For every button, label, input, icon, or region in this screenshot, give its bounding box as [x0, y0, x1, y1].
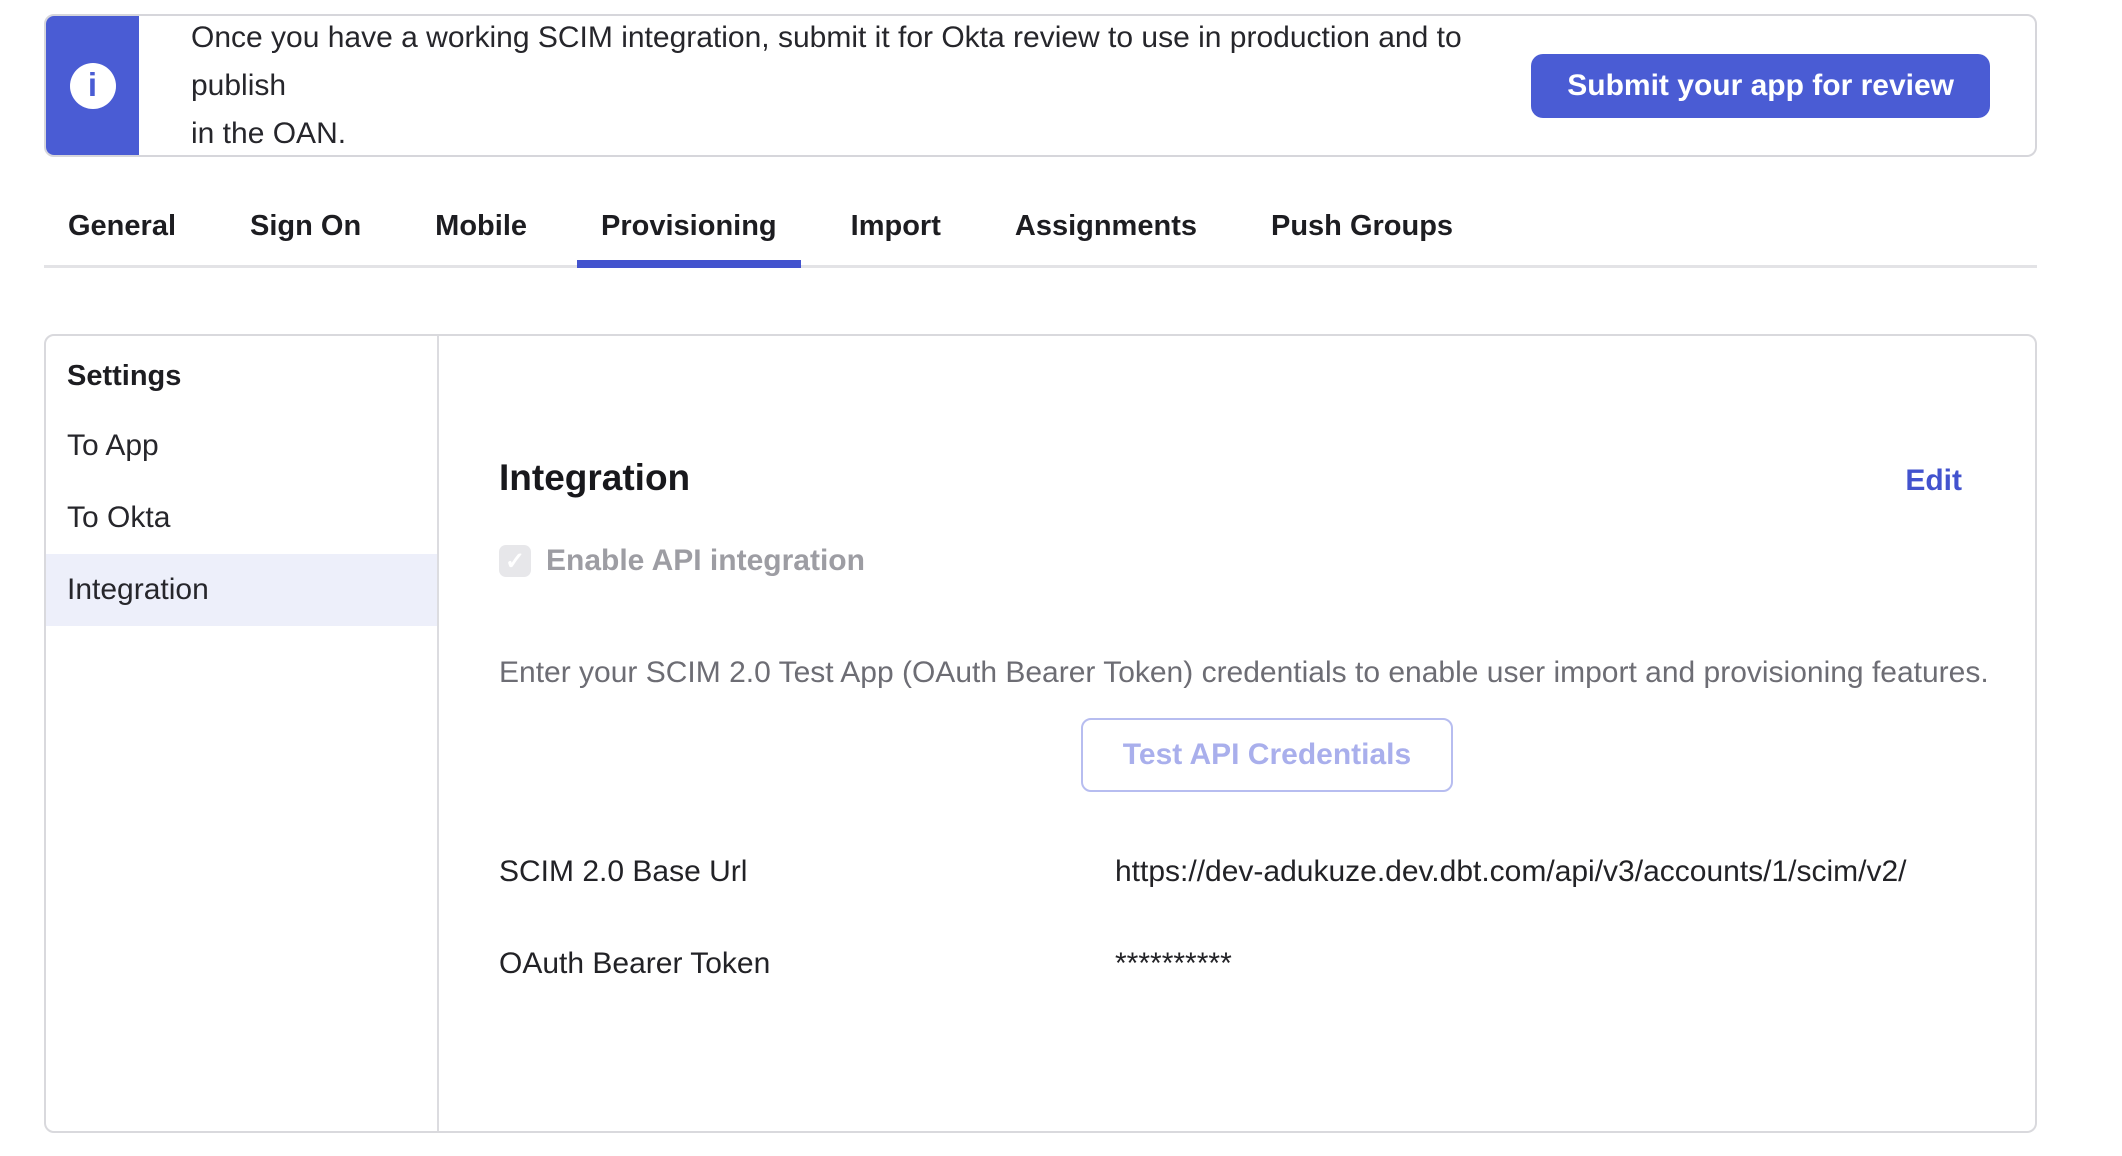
tab-bar: General Sign On Mobile Provisioning Impo… [44, 210, 2037, 268]
oauth-bearer-token-label: OAuth Bearer Token [499, 945, 1115, 983]
enable-api-integration-checkbox[interactable]: ✓ [499, 545, 531, 577]
info-banner: i Once you have a working SCIM integrati… [44, 14, 2037, 157]
credentials-description: Enter your SCIM 2.0 Test App (OAuth Bear… [499, 654, 2035, 692]
enable-api-integration-row: ✓ Enable API integration [499, 544, 2035, 578]
banner-message: Once you have a working SCIM integration… [191, 14, 1531, 157]
banner-message-line2: in the OAN. [191, 110, 1531, 158]
sidebar-item-integration[interactable]: Integration [46, 554, 437, 626]
tab-general[interactable]: General [44, 210, 200, 265]
banner-message-line1: Once you have a working SCIM integration… [191, 14, 1531, 110]
info-icon: i [70, 63, 116, 109]
tab-sign-on[interactable]: Sign On [226, 210, 385, 265]
scim-base-url-row: SCIM 2.0 Base Url https://dev-adukuze.de… [499, 853, 2035, 891]
page: i Once you have a working SCIM integrati… [0, 0, 2122, 1133]
oauth-bearer-token-row: OAuth Bearer Token ********** [499, 945, 2035, 983]
banner-accent: i [46, 16, 139, 155]
sidebar-header: Settings [46, 356, 437, 410]
provisioning-panel: Settings To App To Okta Integration Inte… [44, 334, 2037, 1133]
tab-assignments[interactable]: Assignments [991, 210, 1221, 265]
banner-body: Once you have a working SCIM integration… [139, 16, 2035, 155]
scim-base-url-value: https://dev-adukuze.dev.dbt.com/api/v3/a… [1115, 853, 1907, 891]
tab-mobile[interactable]: Mobile [411, 210, 551, 265]
submit-app-for-review-button[interactable]: Submit your app for review [1531, 54, 1990, 118]
tab-import[interactable]: Import [827, 210, 965, 265]
page-title: Integration [499, 456, 690, 500]
edit-link[interactable]: Edit [1905, 464, 1962, 498]
content-header: Integration Edit [499, 456, 2035, 500]
scim-base-url-label: SCIM 2.0 Base Url [499, 853, 1115, 891]
oauth-bearer-token-value: ********** [1115, 945, 1232, 983]
tab-push-groups[interactable]: Push Groups [1247, 210, 1477, 265]
integration-content: Integration Edit ✓ Enable API integratio… [439, 336, 2035, 1131]
test-api-credentials-button[interactable]: Test API Credentials [1081, 718, 1453, 792]
enable-api-integration-label: Enable API integration [546, 544, 865, 578]
tab-provisioning[interactable]: Provisioning [577, 210, 801, 265]
sidebar-item-to-app[interactable]: To App [46, 410, 437, 482]
settings-sidebar: Settings To App To Okta Integration [46, 336, 439, 1131]
sidebar-item-to-okta[interactable]: To Okta [46, 482, 437, 554]
